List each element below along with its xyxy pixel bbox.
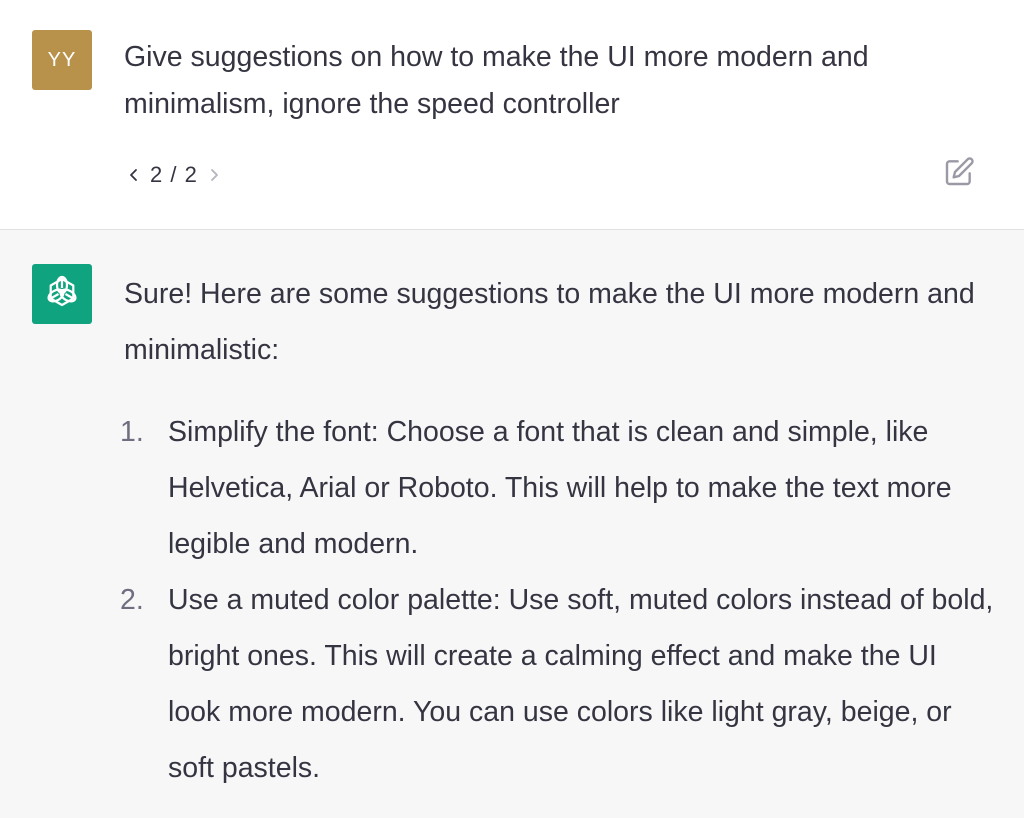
message-pager: 2 / 2 — [124, 158, 224, 192]
suggestion-list: 1. Simplify the font: Choose a font that… — [120, 404, 994, 796]
edit-icon — [943, 156, 975, 193]
assistant-message-row: Sure! Here are some suggestions to make … — [0, 230, 1024, 818]
chevron-left-icon[interactable] — [124, 158, 144, 192]
list-item: 2. Use a muted color palette: Use soft, … — [120, 572, 994, 796]
list-item: 1. Simplify the font: Choose a font that… — [120, 404, 994, 572]
user-message-text: Give suggestions on how to make the UI m… — [124, 41, 869, 120]
assistant-message-content: Sure! Here are some suggestions to make … — [120, 266, 994, 796]
page-count: 2 / 2 — [150, 162, 198, 187]
list-item-number: 1. — [120, 416, 144, 448]
assistant-intro: Sure! Here are some suggestions to make … — [124, 278, 975, 366]
chevron-right-icon[interactable] — [204, 158, 224, 192]
list-item-number: 2. — [120, 584, 144, 616]
list-item-text: Use a muted color palette: Use soft, mut… — [168, 584, 994, 784]
list-item-text: Simplify the font: Choose a font that is… — [168, 416, 952, 560]
edit-button[interactable] — [940, 155, 978, 193]
user-message-row: YY Give suggestions on how to make the U… — [0, 0, 1024, 230]
user-avatar: YY — [32, 30, 92, 90]
assistant-avatar — [32, 264, 92, 324]
openai-logo-icon — [42, 272, 82, 317]
